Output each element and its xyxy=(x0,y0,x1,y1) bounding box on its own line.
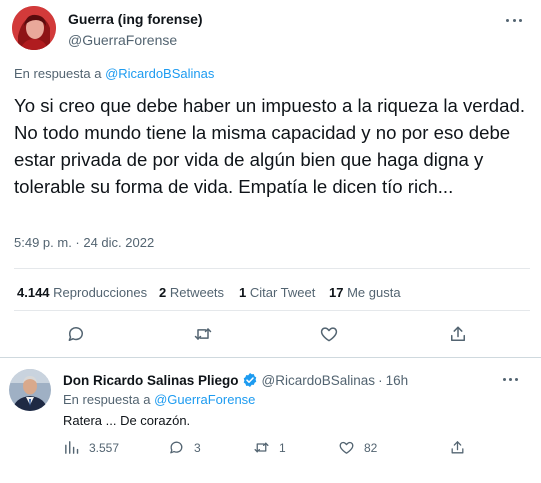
reply-author-avatar[interactable] xyxy=(9,369,51,411)
reply-text: Ratera ... De corazón. xyxy=(63,413,191,428)
reply-author-name[interactable]: Don Ricardo Salinas Pliego xyxy=(63,373,239,388)
replying-to: En respuesta a @RicardoBSalinas xyxy=(14,66,214,81)
replies-count: 3 xyxy=(194,440,201,455)
replying-to-label: En respuesta a xyxy=(63,392,155,407)
retweet-button[interactable]: 1 xyxy=(253,439,286,456)
retweet-icon[interactable] xyxy=(193,324,213,344)
reply-actions: 3.557 3 1 82 xyxy=(0,439,541,459)
views-count: 4.144 xyxy=(17,285,50,300)
divider xyxy=(14,268,530,269)
quotes-label: Citar Tweet xyxy=(246,285,316,300)
likes-label: Me gusta xyxy=(343,285,401,300)
retweet-icon xyxy=(253,439,270,456)
more-icon[interactable] xyxy=(506,12,522,28)
author-info[interactable]: Guerra (ing forense) @GuerraForense xyxy=(68,11,203,49)
replying-to-mention[interactable]: @RicardoBSalinas xyxy=(105,66,214,81)
reply-button[interactable]: 3 xyxy=(168,439,201,456)
reply-author-handle[interactable]: @RicardoBSalinas xyxy=(262,373,376,388)
replying-to-label: En respuesta a xyxy=(14,66,106,81)
retweets-count: 1 xyxy=(279,440,286,455)
likes-count: 82 xyxy=(364,440,378,455)
author-avatar[interactable] xyxy=(12,6,56,50)
share-icon xyxy=(449,439,466,456)
quotes-stat[interactable]: 1 Citar Tweet xyxy=(239,285,315,300)
reply-replying-to: En respuesta a @GuerraForense xyxy=(63,392,255,407)
divider xyxy=(0,357,541,358)
share-button[interactable] xyxy=(449,439,466,456)
tweet-detail-card: Guerra (ing forense) @GuerraForense En r… xyxy=(0,0,541,483)
views-button[interactable]: 3.557 xyxy=(63,439,119,456)
likes-count: 17 xyxy=(329,285,344,300)
views-icon xyxy=(63,439,80,456)
tweet-text: Yo si creo que debe haber un impuesto a … xyxy=(14,95,525,197)
reply-separator: · xyxy=(378,372,383,388)
divider xyxy=(14,310,530,311)
reply-header: Don Ricardo Salinas Pliego @RicardoBSali… xyxy=(63,372,408,388)
author-handle[interactable]: @GuerraForense xyxy=(68,31,203,49)
verified-icon xyxy=(242,372,258,388)
tweet-timestamp[interactable]: 5:49 p. m. · 24 dic. 2022 xyxy=(14,235,154,250)
more-icon[interactable] xyxy=(503,372,518,386)
likes-stat[interactable]: 17 Me gusta xyxy=(329,285,401,300)
views-count: 3.557 xyxy=(89,440,120,455)
like-icon xyxy=(338,439,355,456)
tweet-actions xyxy=(0,324,541,346)
reply-icon xyxy=(168,439,185,456)
reply-time[interactable]: 16h xyxy=(386,373,409,388)
tweet-thread: Guerra (ing forense) @GuerraForense En r… xyxy=(0,0,541,483)
share-icon[interactable] xyxy=(448,324,468,344)
views-label: Reproducciones xyxy=(49,285,148,300)
replying-to-mention[interactable]: @GuerraForense xyxy=(154,392,255,407)
views-stat[interactable]: 4.144 Reproducciones xyxy=(17,285,147,300)
author-name[interactable]: Guerra (ing forense) xyxy=(68,11,203,28)
like-icon[interactable] xyxy=(319,324,339,344)
like-button[interactable]: 82 xyxy=(338,439,377,456)
retweets-label: Retweets xyxy=(166,285,225,300)
retweets-stat[interactable]: 2 Retweets xyxy=(159,285,224,300)
reply-icon[interactable] xyxy=(66,324,86,344)
